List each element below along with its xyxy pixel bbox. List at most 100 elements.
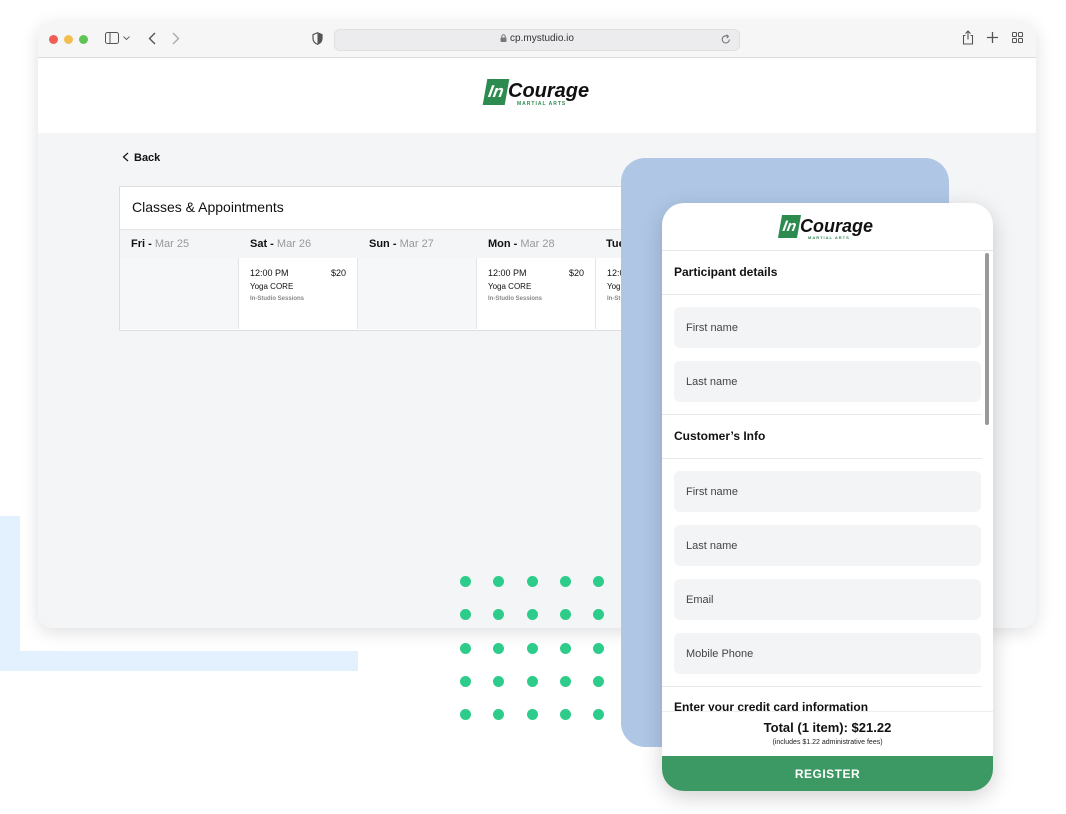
decorative-bracket-vertical — [0, 516, 20, 671]
decorative-dot — [593, 643, 604, 654]
day-name: Sat — [250, 238, 268, 250]
back-arrow-icon[interactable] — [148, 32, 156, 45]
brand-logo[interactable]: In Courage MARTIAL ARTS — [482, 79, 589, 107]
day-date: Mar 28 — [520, 238, 555, 250]
decorative-dot — [527, 676, 538, 687]
decorative-bracket-horizontal — [0, 651, 358, 671]
divider — [662, 458, 982, 459]
day-name: Mon — [488, 238, 511, 250]
back-label: Back — [134, 152, 161, 164]
chevron-left-icon — [122, 152, 129, 162]
decorative-dot — [560, 643, 571, 654]
forward-arrow-icon[interactable] — [172, 32, 180, 45]
participant-details-heading: Participant details — [674, 265, 778, 279]
decorative-dot — [460, 576, 471, 587]
decorative-dot — [493, 676, 504, 687]
brand-logo[interactable]: In Courage MARTIAL ARTS — [777, 215, 874, 240]
participant-last-name-input[interactable] — [674, 361, 981, 402]
decorative-dot — [493, 609, 504, 620]
register-button[interactable]: REGISTER — [662, 756, 993, 791]
event-price: $20 — [330, 268, 346, 278]
decorative-dot — [560, 709, 571, 720]
sidebar-icon[interactable] — [105, 32, 119, 44]
event-time: 12:00 PM — [250, 268, 289, 278]
decorative-dot-grid — [460, 576, 610, 721]
close-window-button[interactable] — [49, 35, 58, 44]
event-time: 12:00 PM — [488, 268, 527, 278]
calendar-body: 12:00 PM $20 Yoga CORE In-Studio Session… — [120, 258, 640, 330]
plus-icon[interactable] — [987, 32, 998, 43]
decorative-dot — [460, 676, 471, 687]
grid-icon[interactable] — [1012, 32, 1023, 43]
brand-logo-tagline: MARTIAL ARTS — [517, 101, 567, 107]
participant-first-name-input[interactable] — [674, 307, 981, 348]
total-amount: Total (1 item): $21.22 — [763, 720, 892, 735]
day-header-sat[interactable]: Sat - Mar 26 — [250, 238, 311, 250]
divider — [662, 686, 982, 687]
decorative-dot — [593, 576, 604, 587]
decorative-dot — [527, 576, 538, 587]
site-header: In Courage MARTIAL ARTS — [38, 58, 1036, 133]
day-name: Fri — [131, 238, 146, 250]
customer-last-name-input[interactable] — [674, 525, 981, 566]
order-total: Total (1 item): $21.22 (includes $1.22 a… — [662, 711, 993, 757]
url-text: cp.mystudio.io — [510, 33, 574, 44]
calendar-event-sat[interactable]: 12:00 PM $20 Yoga CORE In-Studio Session… — [239, 258, 358, 329]
day-header-mon[interactable]: Mon - Mar 28 — [488, 238, 555, 250]
decorative-dot — [527, 609, 538, 620]
brand-logo-mark: In — [482, 79, 510, 105]
schedule-calendar: Classes & Appointments Fri - Mar 25 Sat … — [119, 186, 641, 331]
day-date: Mar 27 — [399, 238, 434, 250]
decorative-dot — [493, 576, 504, 587]
url-display: cp.mystudio.io — [335, 33, 739, 44]
fee-note: (includes $1.22 administrative fees) — [772, 739, 883, 746]
address-bar[interactable]: cp.mystudio.io — [334, 29, 740, 51]
event-type: In-St — [607, 296, 621, 302]
email-input[interactable] — [674, 579, 981, 620]
calendar-title: Classes & Appointments — [132, 199, 284, 215]
decorative-dot — [527, 709, 538, 720]
shield-icon[interactable] — [312, 32, 323, 45]
day-header-fri[interactable]: Fri - Mar 25 — [131, 238, 189, 250]
day-date: Mar 25 — [154, 238, 190, 250]
lock-icon — [500, 34, 507, 42]
calendar-day-header: Fri - Mar 25 Sat - Mar 26 Sun - Mar 27 M… — [120, 229, 640, 259]
mobile-header: In Courage MARTIAL ARTS — [662, 203, 993, 251]
divider — [662, 414, 982, 415]
customer-info-heading: Customer’s Info — [674, 429, 766, 443]
mobile-phone-input[interactable] — [674, 633, 981, 674]
decorative-dot — [560, 576, 571, 587]
day-date: Mar 26 — [276, 238, 312, 250]
event-type: In-Studio Sessions — [488, 296, 543, 302]
back-link[interactable]: Back — [122, 152, 160, 164]
mobile-registration-form: In Courage MARTIAL ARTS Participant deta… — [662, 203, 993, 791]
minimize-window-button[interactable] — [64, 35, 73, 44]
event-price: $20 — [568, 268, 584, 278]
event-name: Yog — [607, 282, 621, 291]
form-scrollbar[interactable] — [985, 253, 989, 425]
customer-first-name-input[interactable] — [674, 471, 981, 512]
calendar-event-mon[interactable]: 12:00 PM $20 Yoga CORE In-Studio Session… — [477, 258, 596, 329]
brand-logo-name: Courage — [800, 216, 874, 236]
decorative-dot — [593, 709, 604, 720]
maximize-window-button[interactable] — [79, 35, 88, 44]
share-icon[interactable] — [962, 30, 974, 45]
divider — [662, 294, 982, 295]
brand-logo-tagline: MARTIAL ARTS — [808, 235, 850, 240]
decorative-dot — [593, 609, 604, 620]
decorative-dot — [493, 709, 504, 720]
event-name: Yoga CORE — [250, 282, 294, 291]
day-name: Sun — [369, 238, 390, 250]
decorative-dot — [493, 643, 504, 654]
decorative-dot — [593, 676, 604, 687]
day-header-sun[interactable]: Sun - Mar 27 — [369, 238, 434, 250]
reload-icon[interactable] — [721, 34, 731, 45]
chevron-down-icon[interactable] — [123, 36, 130, 41]
decorative-dot — [560, 676, 571, 687]
decorative-dot — [527, 643, 538, 654]
brand-logo-mark: In — [777, 215, 802, 238]
decorative-dot — [560, 609, 571, 620]
calendar-cell-fri — [120, 258, 239, 329]
decorative-dot — [460, 709, 471, 720]
event-name: Yoga CORE — [488, 282, 532, 291]
